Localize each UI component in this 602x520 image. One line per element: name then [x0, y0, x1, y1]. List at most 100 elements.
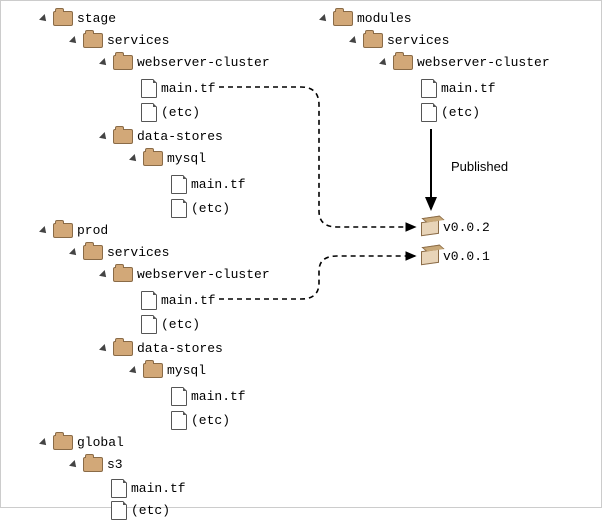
folder-icon: [113, 129, 133, 144]
chevron-down-icon: [319, 14, 329, 24]
file-stage-mysql-etc: (etc): [171, 199, 230, 218]
diagram-canvas: stage services webserver-cluster main.tf…: [0, 0, 602, 508]
file-stage-webserver-main: main.tf: [141, 79, 216, 98]
folder-label: services: [107, 245, 169, 260]
folder-modules-services: services: [351, 33, 449, 48]
file-icon: [111, 479, 127, 498]
folder-icon: [53, 435, 73, 450]
chevron-down-icon: [69, 36, 79, 46]
chevron-down-icon: [39, 438, 49, 448]
chevron-down-icon: [99, 344, 109, 354]
file-label: main.tf: [161, 81, 216, 96]
file-label: (etc): [441, 105, 480, 120]
folder-label: prod: [77, 223, 108, 238]
file-label: main.tf: [191, 389, 246, 404]
folder-icon: [83, 245, 103, 260]
folder-label: data-stores: [137, 129, 223, 144]
folder-icon: [333, 11, 353, 26]
folder-label: mysql: [167, 363, 206, 378]
file-prod-webserver-etc: (etc): [141, 315, 200, 334]
published-label: Published: [451, 159, 508, 174]
folder-icon: [393, 55, 413, 70]
chevron-down-icon: [99, 270, 109, 280]
version-label: v0.0.2: [443, 220, 490, 235]
file-label: main.tf: [441, 81, 496, 96]
folder-label: modules: [357, 11, 412, 26]
chevron-down-icon: [39, 226, 49, 236]
file-icon: [141, 103, 157, 122]
folder-prod-webserver-cluster: webserver-cluster: [101, 267, 270, 282]
file-icon: [141, 79, 157, 98]
chevron-down-icon: [39, 14, 49, 24]
folder-modules-webserver-cluster: webserver-cluster: [381, 55, 550, 70]
folder-icon: [143, 151, 163, 166]
folder-icon: [83, 33, 103, 48]
chevron-down-icon: [99, 58, 109, 68]
folder-label: webserver-cluster: [137, 267, 270, 282]
file-stage-webserver-etc: (etc): [141, 103, 200, 122]
package-icon: [421, 248, 439, 265]
folder-icon: [143, 363, 163, 378]
file-global-s3-etc: (etc): [111, 501, 170, 520]
file-stage-mysql-main: main.tf: [171, 175, 246, 194]
file-modules-etc: (etc): [421, 103, 480, 122]
folder-modules: modules: [321, 11, 412, 26]
file-label: (etc): [131, 503, 170, 518]
file-prod-webserver-main: main.tf: [141, 291, 216, 310]
folder-prod: prod: [41, 223, 108, 238]
file-label: main.tf: [131, 481, 186, 496]
file-icon: [421, 79, 437, 98]
file-label: (etc): [161, 317, 200, 332]
folder-label: stage: [77, 11, 116, 26]
chevron-down-icon: [69, 248, 79, 258]
chevron-down-icon: [69, 460, 79, 470]
folder-icon: [113, 55, 133, 70]
folder-prod-services: services: [71, 245, 169, 260]
file-global-s3-main: main.tf: [111, 479, 186, 498]
chevron-down-icon: [349, 36, 359, 46]
file-prod-mysql-etc: (etc): [171, 411, 230, 430]
folder-stage-services: services: [71, 33, 169, 48]
file-prod-mysql-main: main.tf: [171, 387, 246, 406]
file-label: (etc): [161, 105, 200, 120]
folder-label: mysql: [167, 151, 206, 166]
file-icon: [171, 199, 187, 218]
folder-icon: [363, 33, 383, 48]
folder-stage-data-stores: data-stores: [101, 129, 223, 144]
version-v001: v0.0.1: [421, 249, 490, 264]
folder-label: services: [107, 33, 169, 48]
folder-prod-data-stores: data-stores: [101, 341, 223, 356]
folder-label: data-stores: [137, 341, 223, 356]
version-label: v0.0.1: [443, 249, 490, 264]
folder-stage: stage: [41, 11, 116, 26]
package-icon: [421, 219, 439, 236]
chevron-down-icon: [99, 132, 109, 142]
chevron-down-icon: [379, 58, 389, 68]
file-label: (etc): [191, 201, 230, 216]
version-v002: v0.0.2: [421, 220, 490, 235]
folder-icon: [53, 11, 73, 26]
file-icon: [141, 315, 157, 334]
folder-stage-mysql: mysql: [131, 151, 206, 166]
chevron-down-icon: [129, 366, 139, 376]
file-icon: [421, 103, 437, 122]
folder-icon: [113, 341, 133, 356]
file-icon: [171, 175, 187, 194]
folder-label: webserver-cluster: [417, 55, 550, 70]
folder-stage-webserver-cluster: webserver-cluster: [101, 55, 270, 70]
file-icon: [111, 501, 127, 520]
file-label: (etc): [191, 413, 230, 428]
chevron-down-icon: [129, 154, 139, 164]
folder-label: s3: [107, 457, 123, 472]
folder-label: global: [77, 435, 124, 450]
connector-stage-to-v002: [219, 87, 415, 227]
file-icon: [171, 387, 187, 406]
file-icon: [141, 291, 157, 310]
folder-icon: [113, 267, 133, 282]
folder-label: services: [387, 33, 449, 48]
folder-icon: [83, 457, 103, 472]
folder-global-s3: s3: [71, 457, 123, 472]
folder-global: global: [41, 435, 124, 450]
folder-label: webserver-cluster: [137, 55, 270, 70]
folder-prod-mysql: mysql: [131, 363, 206, 378]
